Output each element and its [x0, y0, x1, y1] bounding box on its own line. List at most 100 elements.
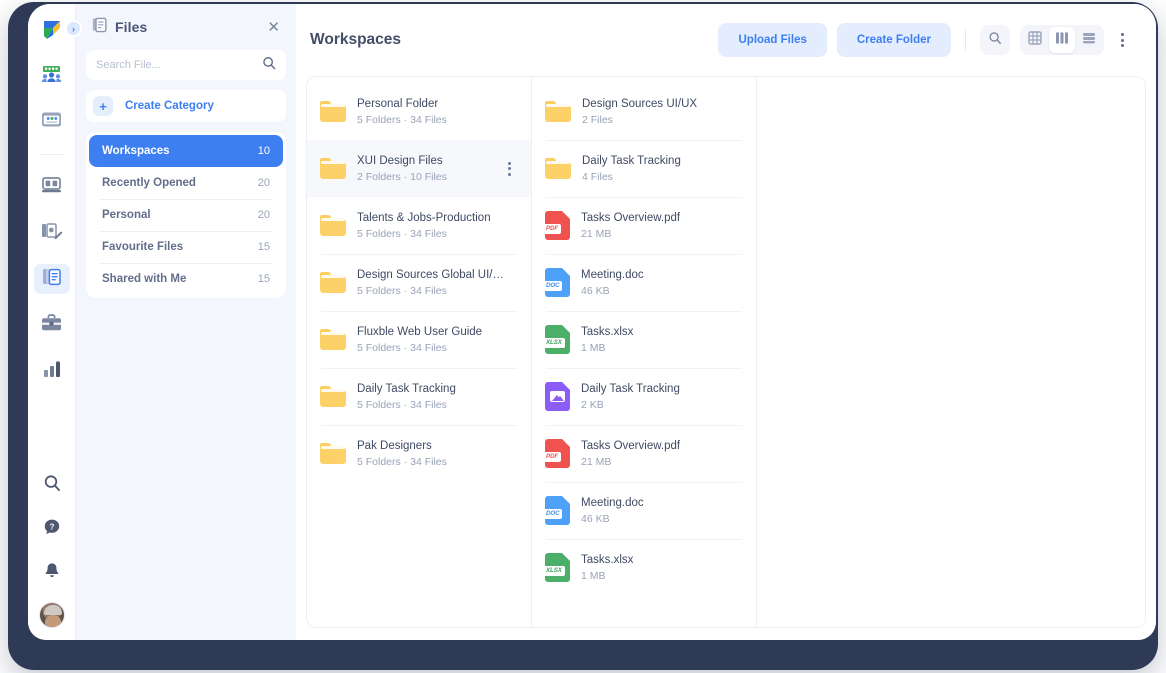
item-title: XUI Design Files	[357, 154, 443, 167]
category-label: Recently Opened	[102, 177, 196, 189]
folder-icon	[545, 101, 571, 122]
table-row[interactable]: Design Sources UI/UX 2 Files	[532, 83, 756, 140]
table-row[interactable]: Daily Task Tracking 4 Files	[532, 140, 756, 197]
column-view-icon	[1055, 31, 1069, 50]
item-title: Daily Task Tracking	[581, 382, 680, 395]
list-view-button[interactable]	[1076, 27, 1102, 53]
row-more-options-button[interactable]	[501, 161, 517, 176]
table-row[interactable]: PDF Tasks Overview.pdf 21 MB	[532, 425, 756, 482]
sidebar-item-cards[interactable]	[34, 107, 70, 137]
file-type-tag: DOC	[543, 509, 563, 519]
folder-icon	[320, 443, 346, 464]
create-category-label: Create Category	[125, 100, 214, 112]
create-folder-button[interactable]: Create Folder	[836, 23, 951, 57]
item-subtitle: 1 MB	[581, 341, 606, 354]
sidebar-item-workspaces[interactable]: Workspaces 10	[89, 135, 283, 167]
left-icon-rail: › ?	[28, 4, 82, 640]
table-row[interactable]: Talents & Jobs-Production 5 Folders · 34…	[307, 197, 531, 254]
image-file-icon	[545, 382, 570, 411]
create-category-button[interactable]: + Create Category	[86, 90, 286, 122]
table-row[interactable]: Fluxble Web User Guide 5 Folders · 34 Fi…	[307, 311, 531, 368]
file-type-tag: XLSX	[543, 566, 565, 576]
column-view-button[interactable]	[1049, 27, 1075, 53]
xlsx-file-icon: XLSX	[543, 325, 570, 354]
view-toggle-group	[1020, 25, 1104, 55]
item-subtitle: 21 MB	[581, 227, 612, 240]
item-title: Personal Folder	[357, 97, 439, 110]
sidebar-item-team[interactable]	[34, 61, 70, 91]
item-subtitle: 1 MB	[581, 569, 606, 582]
rail-search-button[interactable]	[34, 470, 70, 500]
search-icon	[43, 474, 61, 497]
file-type-tag: PDF	[543, 452, 562, 462]
avatar[interactable]	[38, 602, 65, 628]
table-row[interactable]: XLSX Tasks.xlsx 1 MB	[532, 539, 756, 596]
file-type-tag: XLSX	[543, 338, 565, 348]
category-count: 20	[257, 209, 270, 221]
sidebar-item-briefcase[interactable]	[34, 310, 70, 340]
folder-icon	[320, 386, 346, 407]
file-column-2: Design Sources UI/UX 2 Files Daily Task …	[532, 77, 757, 627]
sidebar-item-board[interactable]	[34, 172, 70, 202]
dot	[507, 172, 511, 176]
table-row[interactable]: DOC Meeting.doc 46 KB	[532, 482, 756, 539]
category-count: 10	[257, 145, 270, 157]
table-row[interactable]: XUI Design Files 2 Folders · 10 Files	[307, 140, 531, 197]
table-row[interactable]: Personal Folder 5 Folders · 34 Files	[307, 83, 531, 140]
expand-sidebar-button[interactable]: ›	[65, 20, 82, 37]
search-input[interactable]	[96, 59, 262, 71]
item-title: Design Sources UI/UX	[582, 97, 698, 110]
more-options-button[interactable]	[1114, 33, 1130, 47]
upload-files-button[interactable]: Upload Files	[718, 23, 827, 57]
item-title: Meeting.doc	[581, 496, 644, 509]
analytics-icon	[42, 360, 62, 383]
item-subtitle: 5 Folders · 34 Files	[357, 113, 447, 126]
files-icon	[42, 267, 62, 292]
files-panel-header: Files ✕	[86, 4, 286, 50]
doc-file-icon: DOC	[543, 496, 570, 525]
notes-edit-icon	[41, 222, 63, 245]
doc-file-icon: DOC	[543, 268, 570, 297]
pdf-file-icon: PDF	[543, 211, 570, 240]
item-subtitle: 46 KB	[581, 512, 610, 525]
item-title: Tasks Overview.pdf	[581, 211, 681, 224]
close-icon[interactable]: ✕	[267, 20, 280, 35]
sidebar-item-recently-opened[interactable]: Recently Opened 20	[89, 167, 283, 199]
search-icon[interactable]	[262, 56, 276, 75]
sidebar-item-analytics[interactable]	[34, 356, 70, 386]
dot	[507, 167, 511, 170]
dot	[1120, 44, 1124, 47]
sidebar-item-shared-with-me[interactable]: Shared with Me 15	[89, 263, 283, 295]
item-title: Tasks.xlsx	[581, 325, 634, 338]
grid-view-button[interactable]	[1022, 27, 1048, 53]
sidebar-item-personal[interactable]: Personal 20	[89, 199, 283, 231]
table-row[interactable]: XLSX Tasks.xlsx 1 MB	[532, 311, 756, 368]
file-column-3-empty	[757, 77, 1145, 627]
sidebar-item-notes[interactable]	[34, 218, 70, 248]
file-search-box[interactable]	[86, 50, 286, 80]
bell-icon	[43, 562, 61, 585]
toolbar-search-button[interactable]	[980, 25, 1010, 55]
table-row[interactable]: DOC Meeting.doc 46 KB	[532, 254, 756, 311]
plus-icon: +	[93, 96, 113, 116]
table-row[interactable]: PDF Tasks Overview.pdf 21 MB	[532, 197, 756, 254]
app-logo[interactable]	[40, 18, 64, 47]
table-row[interactable]: Design Sources Global UI/UX 5 Folders · …	[307, 254, 531, 311]
item-title: Tasks Overview.pdf	[581, 439, 681, 452]
table-row[interactable]: Daily Task Tracking 5 Folders · 34 Files	[307, 368, 531, 425]
sidebar-item-favourite-files[interactable]: Favourite Files 15	[89, 231, 283, 263]
rail-icon-list	[33, 61, 70, 386]
sidebar-item-files[interactable]	[33, 264, 70, 294]
rail-notifications-button[interactable]	[34, 558, 70, 588]
item-title: Design Sources Global UI/UX	[357, 268, 507, 281]
toolbar-divider	[965, 29, 966, 51]
item-title: Talents & Jobs-Production	[357, 211, 491, 224]
category-label: Personal	[102, 209, 151, 221]
table-row[interactable]: Daily Task Tracking 2 KB	[532, 368, 756, 425]
category-label: Workspaces	[102, 145, 170, 157]
pdf-file-icon: PDF	[543, 439, 570, 468]
help-icon: ?	[43, 518, 61, 541]
item-title: Daily Task Tracking	[357, 382, 456, 395]
rail-help-button[interactable]: ?	[34, 514, 70, 544]
table-row[interactable]: Pak Designers 5 Folders · 34 Files	[307, 425, 531, 482]
